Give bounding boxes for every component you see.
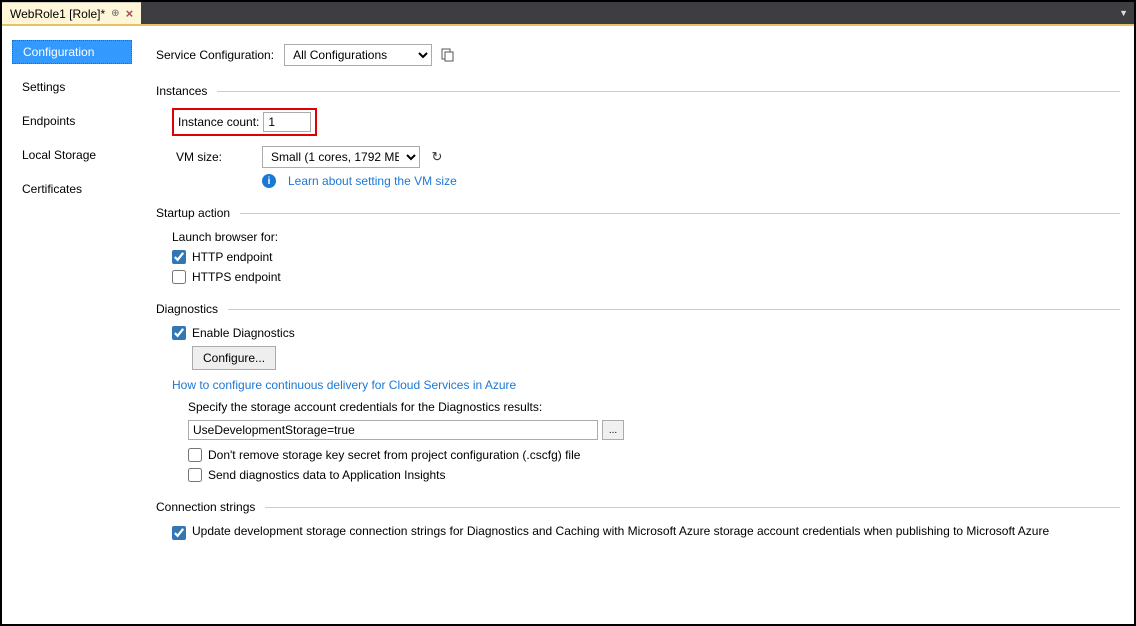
vm-size-label: VM size: bbox=[176, 150, 254, 164]
app-insights-label: Send diagnostics data to Application Ins… bbox=[208, 468, 446, 482]
tab-bar-overflow: ▼ bbox=[1119, 2, 1134, 24]
configure-button[interactable]: Configure... bbox=[192, 346, 276, 370]
connection-strings-header: Connection strings bbox=[156, 500, 1120, 514]
vm-size-link-row: i Learn about setting the VM size bbox=[262, 174, 1120, 188]
instance-count-row: Instance count: bbox=[172, 108, 1120, 136]
startup-header: Startup action bbox=[156, 206, 1120, 220]
vm-size-learn-link[interactable]: Learn about setting the VM size bbox=[288, 174, 457, 188]
dont-remove-row: Don't remove storage key secret from pro… bbox=[188, 448, 1120, 462]
enable-diagnostics-checkbox[interactable] bbox=[172, 326, 186, 340]
refresh-icon[interactable]: ↻ bbox=[428, 148, 446, 166]
connection-strings-section: Connection strings Update development st… bbox=[156, 500, 1120, 540]
divider bbox=[228, 309, 1120, 310]
sidebar-item-local-storage[interactable]: Local Storage bbox=[12, 144, 132, 166]
document-tab[interactable]: WebRole1 [Role]* ⊕ × bbox=[2, 2, 141, 24]
vm-size-select[interactable]: Small (1 cores, 1792 MB) bbox=[262, 146, 420, 168]
startup-title: Startup action bbox=[156, 206, 230, 220]
instances-title: Instances bbox=[156, 84, 207, 98]
instance-count-input[interactable] bbox=[263, 112, 311, 132]
app-insights-row: Send diagnostics data to Application Ins… bbox=[188, 468, 1120, 482]
dropdown-icon[interactable]: ▼ bbox=[1119, 8, 1128, 18]
sidebar-item-configuration[interactable]: Configuration bbox=[12, 40, 132, 64]
https-endpoint-label: HTTPS endpoint bbox=[192, 270, 281, 284]
vm-size-row: VM size: Small (1 cores, 1792 MB) ↻ bbox=[176, 146, 1120, 168]
manage-configurations-icon[interactable] bbox=[440, 47, 456, 63]
divider bbox=[217, 91, 1120, 92]
launch-browser-label: Launch browser for: bbox=[172, 230, 1120, 244]
close-icon[interactable]: × bbox=[126, 6, 134, 21]
diagnostics-help-link[interactable]: How to configure continuous delivery for… bbox=[172, 378, 516, 392]
storage-account-input[interactable] bbox=[188, 420, 598, 440]
divider bbox=[240, 213, 1120, 214]
http-endpoint-label: HTTP endpoint bbox=[192, 250, 273, 264]
instances-header: Instances bbox=[156, 84, 1120, 98]
diagnostics-section: Diagnostics Enable Diagnostics Configure… bbox=[156, 302, 1120, 482]
update-conn-label: Update development storage connection st… bbox=[192, 524, 1049, 538]
dont-remove-checkbox[interactable] bbox=[188, 448, 202, 462]
service-config-row: Service Configuration: All Configuration… bbox=[156, 44, 1120, 66]
connection-strings-title: Connection strings bbox=[156, 500, 255, 514]
enable-diagnostics-row: Enable Diagnostics bbox=[172, 326, 1120, 340]
sidebar: Configuration Settings Endpoints Local S… bbox=[2, 26, 142, 624]
startup-section: Startup action Launch browser for: HTTP … bbox=[156, 206, 1120, 284]
browse-storage-button[interactable]: ... bbox=[602, 420, 624, 440]
update-conn-checkbox[interactable] bbox=[172, 526, 186, 540]
instance-count-highlight: Instance count: bbox=[172, 108, 317, 136]
pin-icon[interactable]: ⊕ bbox=[111, 8, 119, 19]
http-endpoint-checkbox[interactable] bbox=[172, 250, 186, 264]
storage-row: ... bbox=[188, 420, 1120, 440]
divider bbox=[265, 507, 1120, 508]
app-insights-checkbox[interactable] bbox=[188, 468, 202, 482]
https-endpoint-checkbox[interactable] bbox=[172, 270, 186, 284]
enable-diagnostics-label: Enable Diagnostics bbox=[192, 326, 295, 340]
instances-section: Instances Instance count: VM size: Small… bbox=[156, 84, 1120, 188]
tab-title: WebRole1 [Role]* bbox=[10, 7, 105, 21]
http-endpoint-row: HTTP endpoint bbox=[172, 250, 1120, 264]
main-panel: Service Configuration: All Configuration… bbox=[142, 26, 1134, 624]
update-conn-row: Update development storage connection st… bbox=[172, 524, 1120, 540]
diagnostics-title: Diagnostics bbox=[156, 302, 218, 316]
instance-count-label: Instance count: bbox=[178, 115, 259, 129]
sidebar-item-endpoints[interactable]: Endpoints bbox=[12, 110, 132, 132]
sidebar-item-settings[interactable]: Settings bbox=[12, 76, 132, 98]
content-area: Configuration Settings Endpoints Local S… bbox=[2, 26, 1134, 624]
sidebar-item-certificates[interactable]: Certificates bbox=[12, 178, 132, 200]
service-config-label: Service Configuration: bbox=[156, 48, 274, 62]
dont-remove-label: Don't remove storage key secret from pro… bbox=[208, 448, 580, 462]
storage-cred-label: Specify the storage account credentials … bbox=[188, 400, 1120, 414]
tab-bar: WebRole1 [Role]* ⊕ × ▼ bbox=[2, 2, 1134, 26]
https-endpoint-row: HTTPS endpoint bbox=[172, 270, 1120, 284]
service-config-select[interactable]: All Configurations bbox=[284, 44, 432, 66]
diagnostics-header: Diagnostics bbox=[156, 302, 1120, 316]
info-icon: i bbox=[262, 174, 276, 188]
